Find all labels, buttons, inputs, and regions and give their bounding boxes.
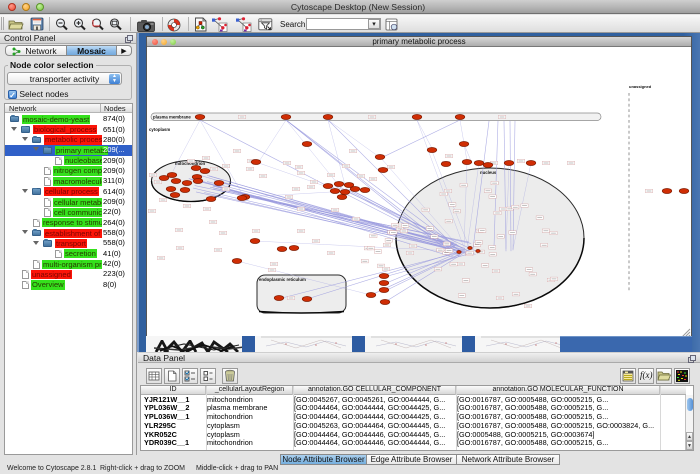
svg-text:cytoplasm: cytoplasm bbox=[149, 127, 170, 132]
svg-text:endoplasmic reticulum: endoplasmic reticulum bbox=[259, 277, 306, 282]
svg-text:plasma membrane: plasma membrane bbox=[153, 115, 191, 120]
svg-text:unassigned: unassigned bbox=[629, 84, 652, 89]
